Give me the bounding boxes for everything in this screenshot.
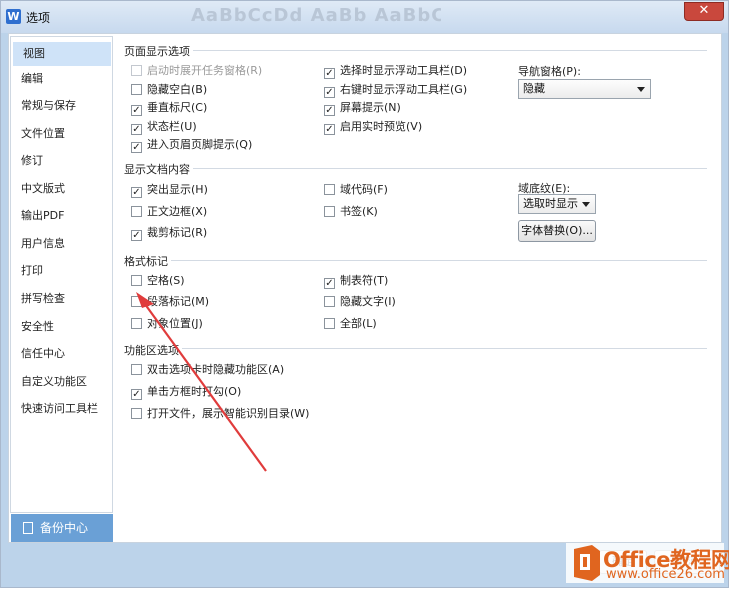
- annotation-arrow-icon: [136, 292, 267, 472]
- options-dialog: W 选项 AaBbCcDd AaBb AaBbC AaBbCcI ✕ 视图 编辑…: [0, 0, 729, 588]
